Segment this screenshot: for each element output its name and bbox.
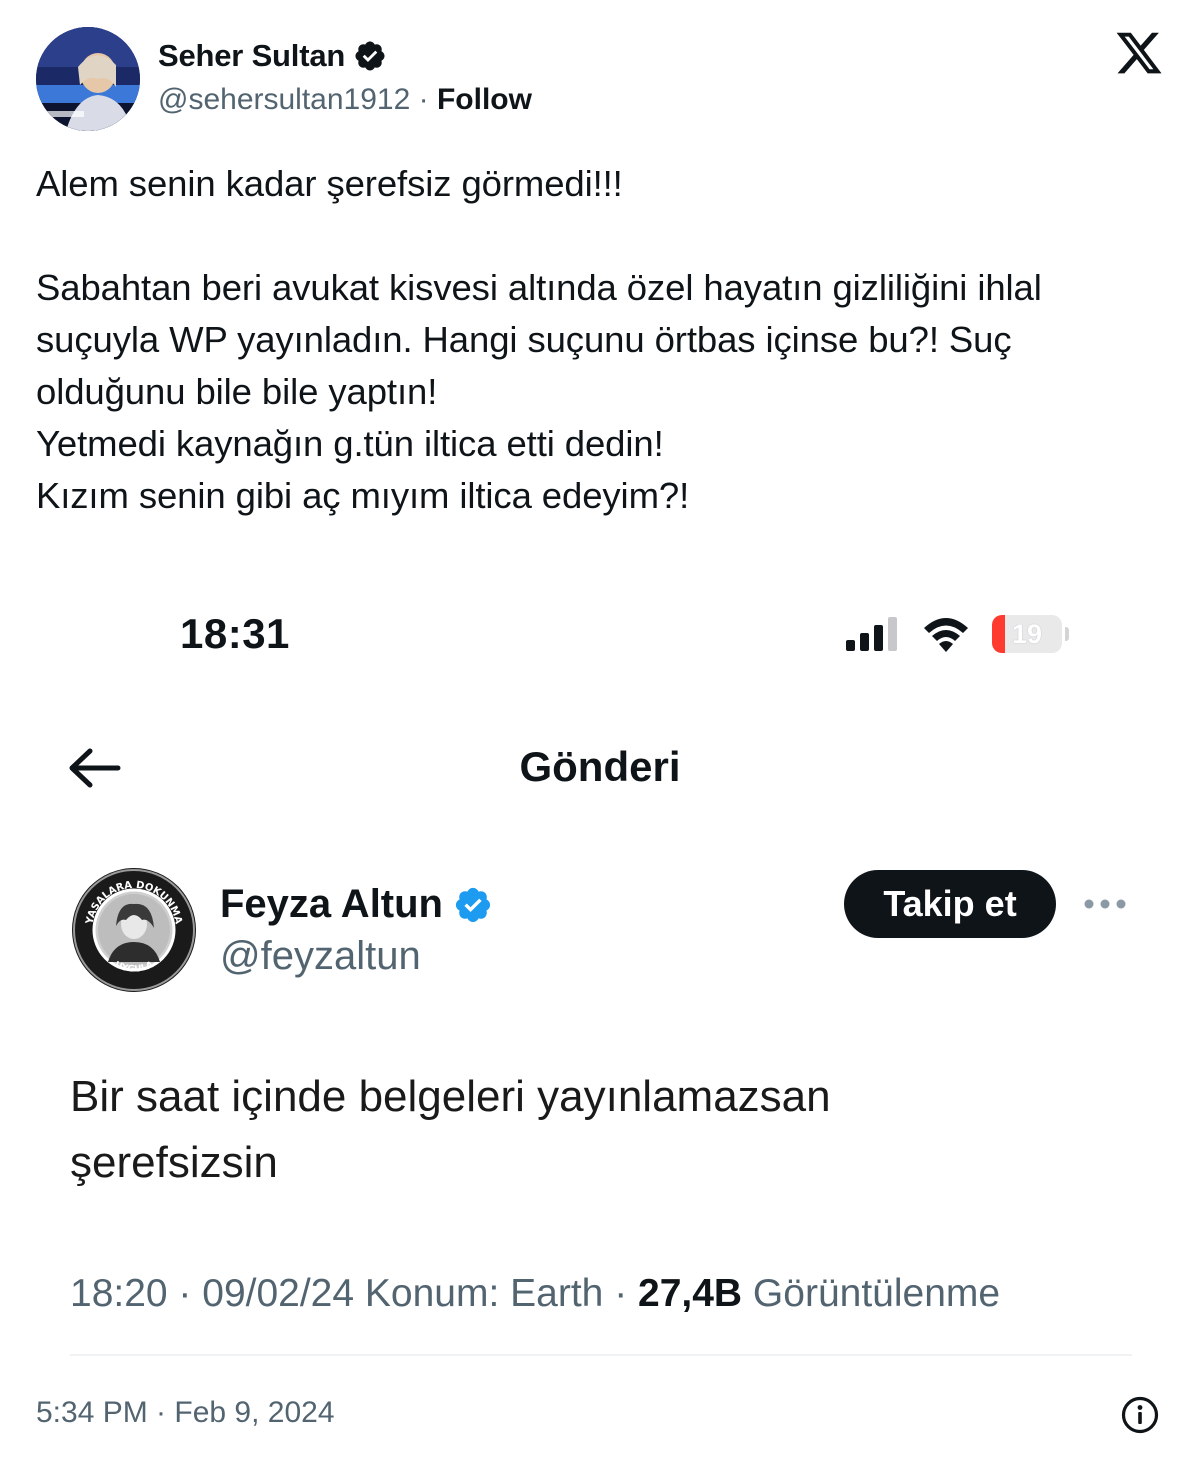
x-logo-icon[interactable] <box>1113 28 1165 78</box>
inner-author-name-row[interactable]: Feyza Altun <box>220 882 493 927</box>
status-bar-time: 18:31 <box>180 610 290 657</box>
battery-tip <box>1065 627 1069 641</box>
info-icon[interactable] <box>1120 1395 1160 1435</box>
inner-post-views-label: Görüntülenme <box>742 1272 1001 1315</box>
battery-percentage: 19 <box>1011 619 1043 649</box>
tweet-text: Alem senin kadar şerefsiz görmedi!!! Sab… <box>36 163 1042 516</box>
wifi-icon <box>924 618 968 652</box>
inner-post-time-location: 18:20 · 09/02/24 Konum: Earth · <box>70 1272 639 1315</box>
verified-badge-icon <box>355 41 385 71</box>
inner-post-views-count: 27,4B <box>638 1272 743 1315</box>
author-avatar[interactable] <box>36 27 140 131</box>
battery-icon: 19 <box>992 615 1062 653</box>
inner-author-handle[interactable]: @feyzaltun <box>220 934 421 979</box>
author-handle[interactable]: @sehersultan1912 <box>158 83 410 117</box>
inner-author-name[interactable]: Feyza Altun <box>220 882 443 927</box>
takip-et-button[interactable]: Takip et <box>844 870 1056 938</box>
author-handle-row: @sehersultan1912 · Follow <box>158 83 532 117</box>
handle-separator: · <box>410 83 437 116</box>
more-dots-icon[interactable] <box>1082 890 1128 918</box>
avatar-image <box>36 27 140 131</box>
inner-verified-badge-icon <box>455 887 491 922</box>
inner-post-text: Bir saat içinde belgeleri yayınlamazsan … <box>70 1072 831 1187</box>
author-name[interactable]: Seher Sultan <box>158 38 345 74</box>
tweet-timestamp[interactable]: 5:34 PM · Feb 9, 2024 <box>36 1396 335 1430</box>
inner-post-meta: 18:20 · 09/02/24 Konum: Earth · 27,4B Gö… <box>70 1272 1000 1316</box>
follow-button[interactable]: Follow <box>437 83 532 117</box>
author-name-row[interactable]: Seher Sultan <box>158 38 387 74</box>
page-title: Gönderi <box>519 743 681 790</box>
signal-icon <box>846 617 897 651</box>
inner-author-avatar[interactable]: YASALARA DOKUNMA UYGULA <box>70 866 198 994</box>
inner-divider <box>70 1354 1132 1356</box>
